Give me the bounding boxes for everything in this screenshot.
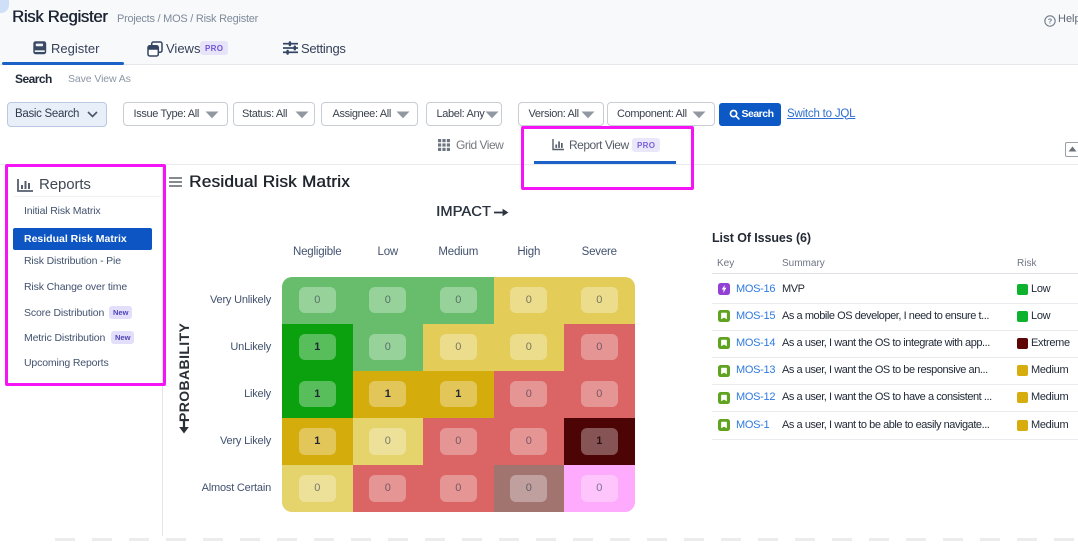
svg-text:?: ? xyxy=(1048,16,1053,25)
